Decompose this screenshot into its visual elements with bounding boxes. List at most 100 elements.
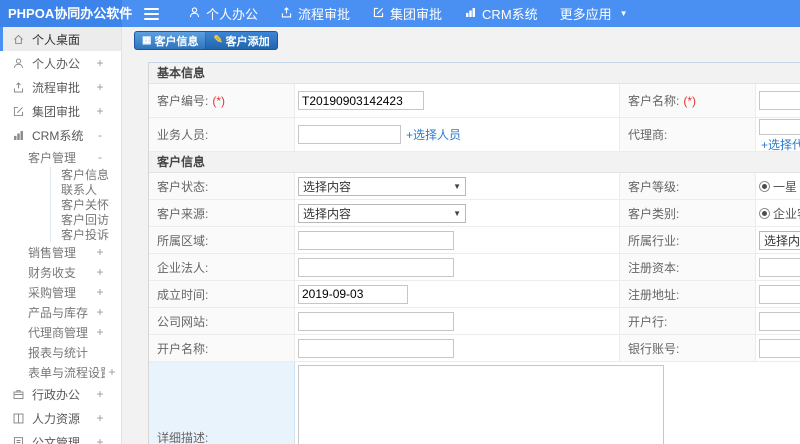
type-label-cell: 客户类别: [620,200,756,226]
user-icon [12,57,25,70]
agent-input[interactable] [759,118,800,135]
select-caret-icon: ▼ [453,208,461,218]
sidebar-item-customer-info[interactable]: 客户信息 [51,167,121,182]
form-row: 客户编号: (*) 客户名称: (*) [149,84,800,118]
reg-address-input[interactable] [759,284,800,304]
website-cell [295,308,620,334]
legal-person-cell [295,254,620,280]
select-agent-link[interactable]: +选择代理商 [761,136,800,153]
sidebar-item-purchase-mgmt[interactable]: 采购管理 + [0,282,121,302]
document-icon [12,436,25,444]
sidebar-item-document-mgmt[interactable]: 公文管理 + [0,430,121,444]
sidebar-item-products-inventory[interactable]: 产品与库存 + [0,302,121,322]
sidebar-item-contacts[interactable]: 联系人 [51,182,121,197]
form-row: 详细描述: [149,362,800,444]
account-name-input[interactable] [298,338,454,358]
bank-account-input[interactable] [759,338,800,358]
industry-cell: 选择内容 ▼ [756,227,800,253]
form-row: 客户状态: 选择内容 ▼ 客户等级: 一星 [149,173,800,200]
page: { "app": { "logo": "PHPOA协同办公软件" }, "nav… [0,0,800,444]
sidebar-item-admin-office[interactable]: 行政办公 + [0,382,121,406]
tab-customer-info[interactable]: ▦ 客户信息 [135,32,207,49]
sidebar-item-personal-office[interactable]: 个人办公 + [0,51,121,75]
form-row: 企业法人: 注册资本: [149,254,800,281]
sidebar-item-agent-mgmt[interactable]: 代理商管理 + [0,322,121,342]
sidebar-item-group-approval[interactable]: 集团审批 + [0,99,121,123]
source-select[interactable]: 选择内容 ▼ [298,203,466,223]
section-basic-info: 基本信息 [149,63,800,84]
legal-person-input[interactable] [298,257,454,277]
description-label-cell: 详细描述: [149,362,295,444]
bank-account-cell [756,335,800,361]
sidebar: 个人桌面 个人办公 + 流程审批 + 集团审批 + CRM系统 - 客户管理 -… [0,27,122,444]
sales-person-input[interactable] [298,125,401,144]
region-input[interactable] [298,230,454,250]
nav-group-approval[interactable]: 集团审批 [361,0,453,27]
form-row: 所属区域: 所属行业: 选择内容 ▼ [149,227,800,254]
app-logo: PHPOA协同办公软件 [0,0,132,27]
industry-select[interactable]: 选择内容 ▼ [759,230,800,250]
source-cell: 选择内容 ▼ [295,200,620,226]
bank-account-label-cell: 银行账号: [620,335,756,361]
sidebar-item-sales-mgmt[interactable]: 销售管理 + [0,242,121,262]
source-label-cell: 客户来源: [149,200,295,226]
sidebar-item-customer-care[interactable]: 客户关怀 [51,197,121,212]
bar-chart-icon [12,129,25,142]
customer-add-form: 基本信息 客户编号: (*) 客户名称: (*) 业务人员: +选择人员 代理商… [148,62,800,444]
sidebar-item-crm[interactable]: CRM系统 - [0,123,121,147]
nav-personal-office[interactable]: 个人办公 [177,0,269,27]
section-customer-info: 客户信息 [149,152,800,173]
select-caret-icon: ▼ [453,181,461,191]
sidebar-item-hr[interactable]: 人力资源 + [0,406,121,430]
sidebar-item-customer-mgmt[interactable]: 客户管理 - [0,147,121,167]
bank-input[interactable] [759,311,800,331]
nav-crm-system[interactable]: CRM系统 [453,0,549,27]
briefcase-icon [12,388,25,401]
customer-name-label-cell: 客户名称: (*) [620,84,756,117]
region-label-cell: 所属区域: [149,227,295,253]
top-navbar: PHPOA协同办公软件 个人办公 流程审批 集团审批 CRM系统 更多应用 ▼ [0,0,800,27]
customer-name-input[interactable] [759,91,800,110]
level-radio-one-star[interactable] [759,180,770,192]
status-label-cell: 客户状态: [149,173,295,199]
capital-label-cell: 注册资本: [620,254,756,280]
nav-more-apps[interactable]: 更多应用 ▼ [549,0,639,27]
account-name-cell [295,335,620,361]
customer-mgmt-submenu: 客户信息 联系人 客户关怀 客户回访 客户投诉 [50,167,121,242]
sidebar-item-finance[interactable]: 财务收支 + [0,262,121,282]
bank-cell [756,308,800,334]
description-cell [295,362,800,444]
form-row: 公司网站: 开户行: [149,308,800,335]
nav-workflow-approval[interactable]: 流程审批 [269,0,361,27]
level-label-cell: 客户等级: [620,173,756,199]
sidebar-item-reports-stats[interactable]: 报表与统计 [0,342,121,362]
form-row: 客户来源: 选择内容 ▼ 客户类别: 企业客户 [149,200,800,227]
agent-label-cell: 代理商: [620,118,756,151]
sidebar-item-form-flow-settings[interactable]: 表单与流程设置 + [0,362,121,382]
home-icon [12,33,25,46]
tab-customer-add[interactable]: ✎ 客户添加 [206,32,276,49]
form-row: 业务人员: +选择人员 代理商: +选择代理商 [149,118,800,152]
select-person-link[interactable]: +选择人员 [406,126,461,143]
sidebar-item-workflow-approval[interactable]: 流程审批 + [0,75,121,99]
account-name-label-cell: 开户名称: [149,335,295,361]
description-textarea[interactable] [298,365,664,444]
user-icon [188,6,201,22]
sidebar-item-customer-visit[interactable]: 客户回访 [51,212,121,227]
customer-no-cell [295,84,620,117]
sidebar-item-customer-complaint[interactable]: 客户投诉 [51,227,121,242]
customer-no-input[interactable] [298,91,424,110]
reg-address-label-cell: 注册地址: [620,281,756,307]
founded-date-input[interactable] [298,284,408,304]
caret-down-icon: ▼ [619,9,628,18]
menu-toggle-icon[interactable] [144,7,159,20]
type-radio-enterprise[interactable] [759,207,770,219]
required-mark: (*) [683,93,697,108]
capital-input[interactable] [759,257,800,277]
founded-label-cell: 成立时间: [149,281,295,307]
status-select[interactable]: 选择内容 ▼ [298,176,466,196]
website-input[interactable] [298,311,454,331]
website-label-cell: 公司网站: [149,308,295,334]
book-icon [12,412,25,425]
sidebar-item-desktop[interactable]: 个人桌面 [0,27,121,51]
